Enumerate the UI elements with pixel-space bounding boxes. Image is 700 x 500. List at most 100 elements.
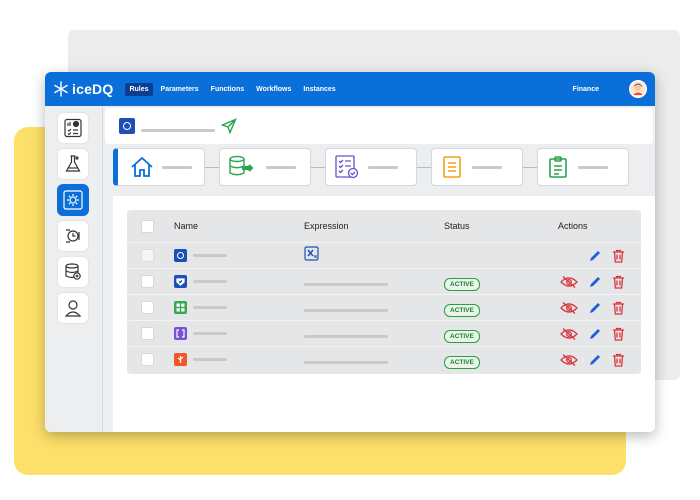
- row-name: [174, 275, 304, 288]
- nav-workflows[interactable]: Workflows: [252, 83, 295, 96]
- edit-pencil-icon[interactable]: [588, 327, 602, 341]
- status-badge: ACTIVE: [444, 277, 480, 291]
- step-source[interactable]: [219, 148, 311, 186]
- visibility-off-icon[interactable]: [560, 327, 578, 341]
- row-status: ACTIVE: [444, 299, 554, 317]
- status-badge: ACTIVE: [444, 329, 480, 343]
- row-name: [174, 249, 304, 262]
- avatar[interactable]: [629, 80, 647, 98]
- circle-icon: [123, 122, 131, 130]
- nav-instances[interactable]: Instances: [299, 83, 339, 96]
- dashboard-icon: [64, 118, 82, 138]
- sidebar: [45, 106, 103, 432]
- step-checklist[interactable]: [325, 148, 417, 186]
- sidebar-item-lab[interactable]: [57, 148, 89, 180]
- header-name[interactable]: Name: [174, 221, 304, 231]
- row-name: [174, 301, 304, 314]
- top-bar: iceDQ Rules Parameters Functions Workflo…: [45, 72, 655, 106]
- sidebar-item-dashboard[interactable]: [57, 112, 89, 144]
- nav-rules[interactable]: Rules: [125, 82, 153, 96]
- table-row[interactable]: ACTIVE: [127, 294, 641, 320]
- app-window: iceDQ Rules Parameters Functions Workflo…: [45, 72, 655, 432]
- rules-panel: Name Expression Status Actions ACTIVE AC…: [113, 196, 655, 432]
- row-actions: [554, 327, 641, 341]
- row-actions: [554, 353, 641, 367]
- send-icon[interactable]: [221, 118, 237, 134]
- rule-type-badge: [119, 118, 135, 134]
- trash-icon[interactable]: [612, 275, 625, 289]
- row-actions: [554, 301, 641, 315]
- row-expression: [304, 299, 444, 317]
- document-icon: [443, 156, 461, 178]
- name-placeholder: [193, 306, 227, 309]
- edit-pencil-icon[interactable]: [588, 275, 602, 289]
- row-checkbox[interactable]: [141, 353, 154, 366]
- user-avatar-icon: [630, 81, 646, 97]
- sidebar-item-database[interactable]: [57, 256, 89, 288]
- row-status: ACTIVE: [444, 351, 554, 369]
- row-checkbox[interactable]: [141, 275, 154, 288]
- rule-name-placeholder[interactable]: [141, 128, 215, 132]
- visibility-off-icon[interactable]: [560, 301, 578, 315]
- row-checkbox[interactable]: [141, 327, 154, 340]
- step-label-placeholder: [368, 165, 398, 169]
- table-header: Name Expression Status Actions: [127, 210, 641, 242]
- name-placeholder: [193, 280, 227, 283]
- branch-icon: [174, 353, 187, 366]
- sidebar-item-users[interactable]: [57, 292, 89, 324]
- rules-table: Name Expression Status Actions ACTIVE AC…: [127, 210, 641, 374]
- step-label-placeholder: [472, 165, 502, 169]
- edit-pencil-icon[interactable]: [588, 301, 602, 315]
- header-expression[interactable]: Expression: [304, 221, 444, 231]
- select-all-checkbox[interactable]: [141, 219, 154, 233]
- table-row[interactable]: ACTIVE: [127, 346, 641, 372]
- visibility-off-icon[interactable]: [560, 275, 578, 289]
- expression-placeholder: [304, 360, 388, 364]
- step-home[interactable]: [113, 148, 205, 186]
- brackets-icon: [174, 327, 187, 340]
- trash-icon[interactable]: [612, 301, 625, 315]
- row-name: [174, 327, 304, 340]
- nav-parameters[interactable]: Parameters: [157, 83, 203, 96]
- main-nav: Rules Parameters Functions Workflows Ins…: [125, 82, 339, 96]
- sidebar-item-rules[interactable]: [57, 184, 89, 216]
- database-icon: [65, 263, 81, 280]
- logo: iceDQ: [53, 81, 113, 97]
- org-selector[interactable]: Finance: [573, 86, 599, 93]
- row-checkbox[interactable]: [141, 301, 154, 314]
- sidebar-item-scheduler[interactable]: [57, 220, 89, 252]
- row-actions: [554, 249, 641, 263]
- step-clipboard[interactable]: [537, 148, 629, 186]
- row-status: ACTIVE: [444, 325, 554, 343]
- checklist-icon: [335, 155, 359, 179]
- nav-functions[interactable]: Functions: [207, 83, 248, 96]
- table-row[interactable]: ACTIVE: [127, 268, 641, 294]
- step-document[interactable]: [431, 148, 523, 186]
- trash-icon[interactable]: [612, 327, 625, 341]
- table-row[interactable]: [127, 242, 641, 268]
- status-badge: ACTIVE: [444, 303, 480, 317]
- clipboard-icon: [549, 156, 567, 178]
- expression-placeholder: [304, 282, 388, 286]
- row-expression: [304, 245, 444, 266]
- step-label-placeholder: [266, 165, 296, 169]
- home-icon: [131, 156, 153, 177]
- row-checkbox[interactable]: [141, 249, 154, 262]
- trash-icon[interactable]: [612, 353, 625, 367]
- grid-icon: [174, 301, 187, 314]
- shield-check-icon: [174, 275, 187, 288]
- table-row[interactable]: ACTIVE: [127, 320, 641, 346]
- rule-header: [105, 108, 653, 144]
- main-content: Name Expression Status Actions ACTIVE AC…: [103, 106, 655, 432]
- visibility-off-icon[interactable]: [560, 353, 578, 367]
- row-expression: [304, 273, 444, 291]
- trash-icon[interactable]: [612, 249, 625, 263]
- expression-fx-icon[interactable]: [304, 245, 319, 261]
- step-connector: [311, 167, 325, 168]
- step-connector: [205, 167, 219, 168]
- header-status[interactable]: Status: [444, 221, 554, 231]
- edit-pencil-icon[interactable]: [588, 249, 602, 263]
- edit-pencil-icon[interactable]: [588, 353, 602, 367]
- user-icon: [64, 300, 82, 317]
- snowflake-logo-icon: [54, 81, 68, 97]
